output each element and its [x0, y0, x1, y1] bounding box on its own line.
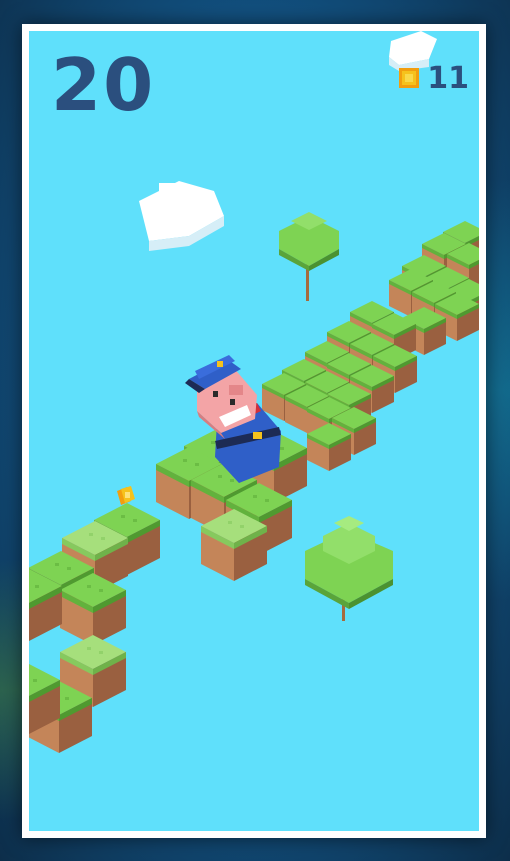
tree-far [279, 212, 339, 301]
left-path [29, 503, 160, 753]
tree-near [305, 516, 393, 621]
coin-icon [399, 68, 420, 88]
coin-counter: 11 [399, 60, 469, 96]
game-screen[interactable]: 20 11 [29, 31, 479, 831]
cloud-left [139, 181, 224, 251]
phone-frame: 20 11 [22, 24, 486, 838]
game-world [29, 31, 479, 753]
score-counter: 20 [51, 43, 156, 127]
gold-coin[interactable] [117, 486, 135, 505]
coin-count: 11 [427, 60, 469, 96]
